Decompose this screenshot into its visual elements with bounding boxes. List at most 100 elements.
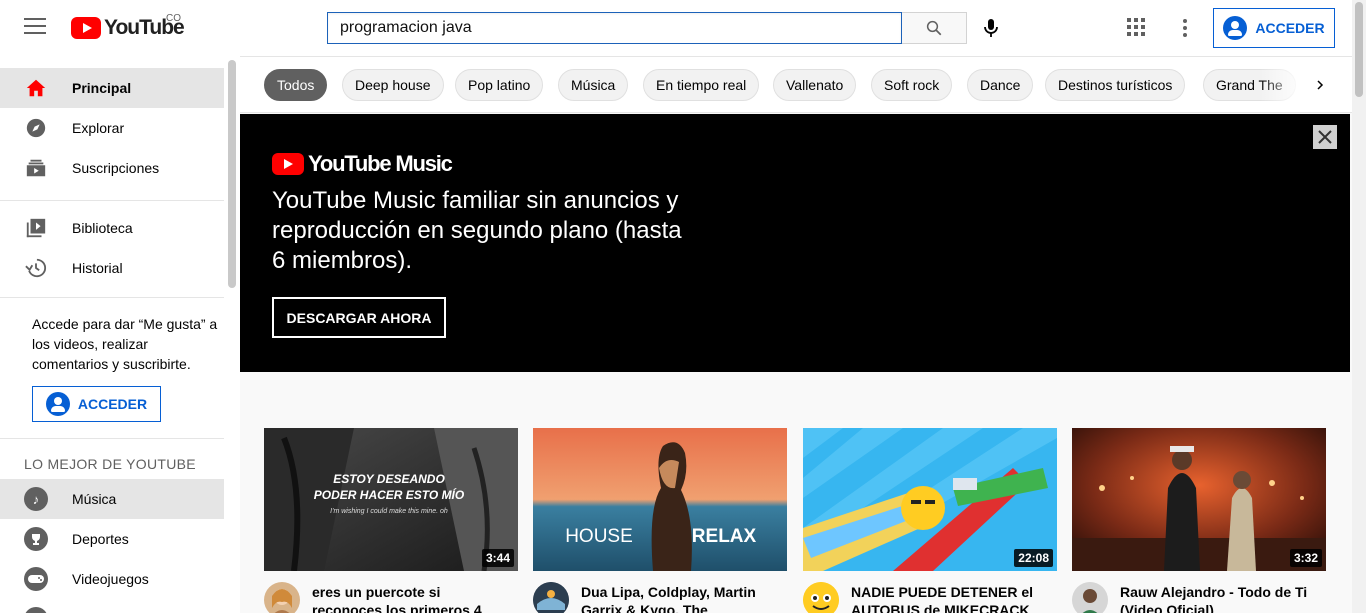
thumbnail-image: ESTOY DESEANDO PODER HACER ESTO MÍO I'm … [264, 428, 518, 571]
video-thumbnail[interactable]: 3:32 [1072, 428, 1326, 571]
video-duration: 22:08 [1014, 549, 1053, 567]
masthead: YouTube CO ACCEDER [0, 0, 1352, 56]
chip-label: Vallenato [786, 77, 844, 93]
music-icon: ♪ [24, 487, 48, 511]
sidebar-scrollbar[interactable] [228, 60, 236, 288]
home-icon [24, 76, 48, 100]
country-code: CO [166, 13, 181, 24]
channel-avatar[interactable] [1072, 582, 1108, 613]
sidebar: Principal Explorar Suscripciones Bibliot… [0, 56, 240, 613]
chip-soft-rock[interactable]: Soft rock [871, 69, 953, 101]
sign-in-label: ACCEDER [77, 396, 148, 412]
video-title[interactable]: NADIE PUEDE DETENER el AUTOBUS de MIKECR… [851, 583, 1051, 613]
sidebar-divider [0, 438, 224, 439]
thumbnail-caption-line3: I'm wishing I could make this mine. oh [330, 508, 448, 515]
chip-todos[interactable]: Todos [264, 69, 328, 101]
account-circle-icon [45, 392, 70, 416]
video-thumbnail[interactable]: 22:08 [803, 428, 1057, 571]
video-card[interactable]: 22:08 NADIE PUEDE DETENER el AUTOBUS de … [803, 428, 1057, 613]
subscriptions-icon [24, 156, 48, 180]
video-title[interactable]: Dua Lipa, Coldplay, Martin Garrix & Kygo… [581, 583, 781, 613]
chip-label: Dance [980, 77, 1021, 93]
chip-dance[interactable]: Dance [967, 69, 1034, 101]
chip-fade [1260, 57, 1352, 112]
chip-next-button[interactable] [1308, 73, 1332, 97]
video-card[interactable]: ESTOY DESEANDO PODER HACER ESTO MÍO I'm … [264, 428, 518, 613]
sidebar-sign-in-button[interactable]: ACCEDER [32, 386, 161, 422]
chip-vallenato[interactable]: Vallenato [773, 69, 857, 101]
sidebar-item-musica[interactable]: ♪ Música [0, 479, 224, 519]
sidebar-item-label: Videojuegos [72, 571, 149, 587]
chip-en-tiempo-real[interactable]: En tiempo real [643, 69, 760, 101]
trophy-icon [24, 527, 48, 551]
channel-avatar[interactable] [533, 582, 569, 613]
sign-in-button[interactable]: ACCEDER [1213, 8, 1335, 48]
sidebar-item-label: Explorar [72, 120, 125, 136]
best-of-youtube-heading: LO MEJOR DE YOUTUBE [24, 456, 196, 472]
youtube-play-icon [272, 153, 304, 175]
chip-pop-latino[interactable]: Pop latino [455, 69, 544, 101]
video-card[interactable]: HOUSE RELAX Dua Lipa, Coldplay, Martin G… [533, 428, 787, 613]
gaming-icon [24, 567, 48, 591]
channel-avatar[interactable] [264, 582, 300, 613]
thumbnail-word-house: HOUSE [565, 526, 633, 547]
sidebar-item-label: Suscripciones [72, 160, 160, 176]
chip-label: Deep house [355, 77, 431, 93]
chip-destinos-turisticos[interactable]: Destinos turísticos [1045, 69, 1186, 101]
youtube-music-banner: YouTube Music YouTube Music familiar sin… [240, 114, 1350, 372]
sidebar-item-next[interactable] [0, 599, 224, 613]
chip-label: Soft rock [884, 77, 940, 93]
menu-icon[interactable] [24, 18, 46, 38]
settings-more-button[interactable] [1175, 17, 1195, 39]
sidebar-item-deportes[interactable]: Deportes [0, 519, 224, 559]
video-title[interactable]: eres un puercote si reconoces los primer… [312, 583, 512, 613]
sidebar-item-videojuegos[interactable]: Videojuegos [0, 559, 224, 599]
video-duration: 3:44 [481, 549, 514, 567]
search-button[interactable] [902, 12, 967, 44]
thumbnail-word-relax: RELAX [692, 526, 757, 547]
chip-label: Música [571, 77, 616, 93]
apps-button[interactable] [1126, 17, 1148, 39]
search-bar [327, 12, 967, 44]
sidebar-item-explorar[interactable]: Explorar [0, 108, 224, 148]
sidebar-item-biblioteca[interactable]: Biblioteca [0, 208, 224, 248]
sidebar-item-label: Deportes [72, 531, 129, 547]
youtube-music-logo: YouTube Music [272, 151, 453, 177]
video-title[interactable]: Rauw Alejandro - Todo de Ti (Video Ofici… [1120, 583, 1320, 613]
chip-deep-house[interactable]: Deep house [342, 69, 444, 101]
sidebar-item-suscripciones[interactable]: Suscripciones [0, 148, 224, 188]
banner-title: YouTube Music familiar sin anuncios y re… [272, 187, 682, 274]
chip-label: En tiempo real [656, 77, 747, 93]
page-scrollbar[interactable] [1352, 0, 1366, 613]
channel-avatar[interactable] [803, 582, 839, 613]
sidebar-item-label: Historial [72, 260, 123, 276]
sidebar-item-historial[interactable]: Historial [0, 248, 224, 288]
sidebar-divider [0, 297, 224, 298]
youtube-play-icon [71, 17, 101, 39]
library-icon [24, 216, 48, 240]
sidebar-divider [0, 200, 224, 201]
sidebar-item-label: Música [72, 491, 117, 507]
thumbnail-image: HOUSE RELAX [533, 428, 787, 571]
page-scrollbar-thumb[interactable] [1355, 2, 1363, 97]
video-thumbnail[interactable]: HOUSE RELAX [533, 428, 787, 571]
chip-musica[interactable]: Música [558, 69, 629, 101]
history-icon [24, 256, 48, 280]
compass-icon [24, 116, 48, 140]
banner-close-button[interactable] [1313, 125, 1337, 149]
search-icon [926, 20, 942, 36]
sidebar-item-label: Principal [72, 80, 132, 96]
thumbnail-caption-line1: ESTOY DESEANDO [333, 472, 445, 486]
sign-in-label: ACCEDER [1255, 20, 1325, 36]
chip-label: Todos [277, 77, 315, 93]
download-now-button[interactable]: DESCARGAR AHORA [272, 297, 446, 338]
voice-search-button[interactable] [979, 16, 1003, 40]
youtube-music-logo-text: YouTube Music [308, 151, 453, 176]
video-card[interactable]: 3:32 Rauw Alejandro - Todo de Ti (Video … [1072, 428, 1326, 613]
youtube-app: YouTube CO ACCEDER [0, 0, 1366, 613]
video-thumbnail[interactable]: ESTOY DESEANDO PODER HACER ESTO MÍO I'm … [264, 428, 518, 571]
search-input[interactable] [327, 12, 902, 44]
sidebar-item-label: Biblioteca [72, 220, 133, 236]
sign-in-promo-text: Accede para dar “Me gusta” a los videos,… [32, 316, 218, 372]
sidebar-item-principal[interactable]: Principal [0, 68, 224, 108]
